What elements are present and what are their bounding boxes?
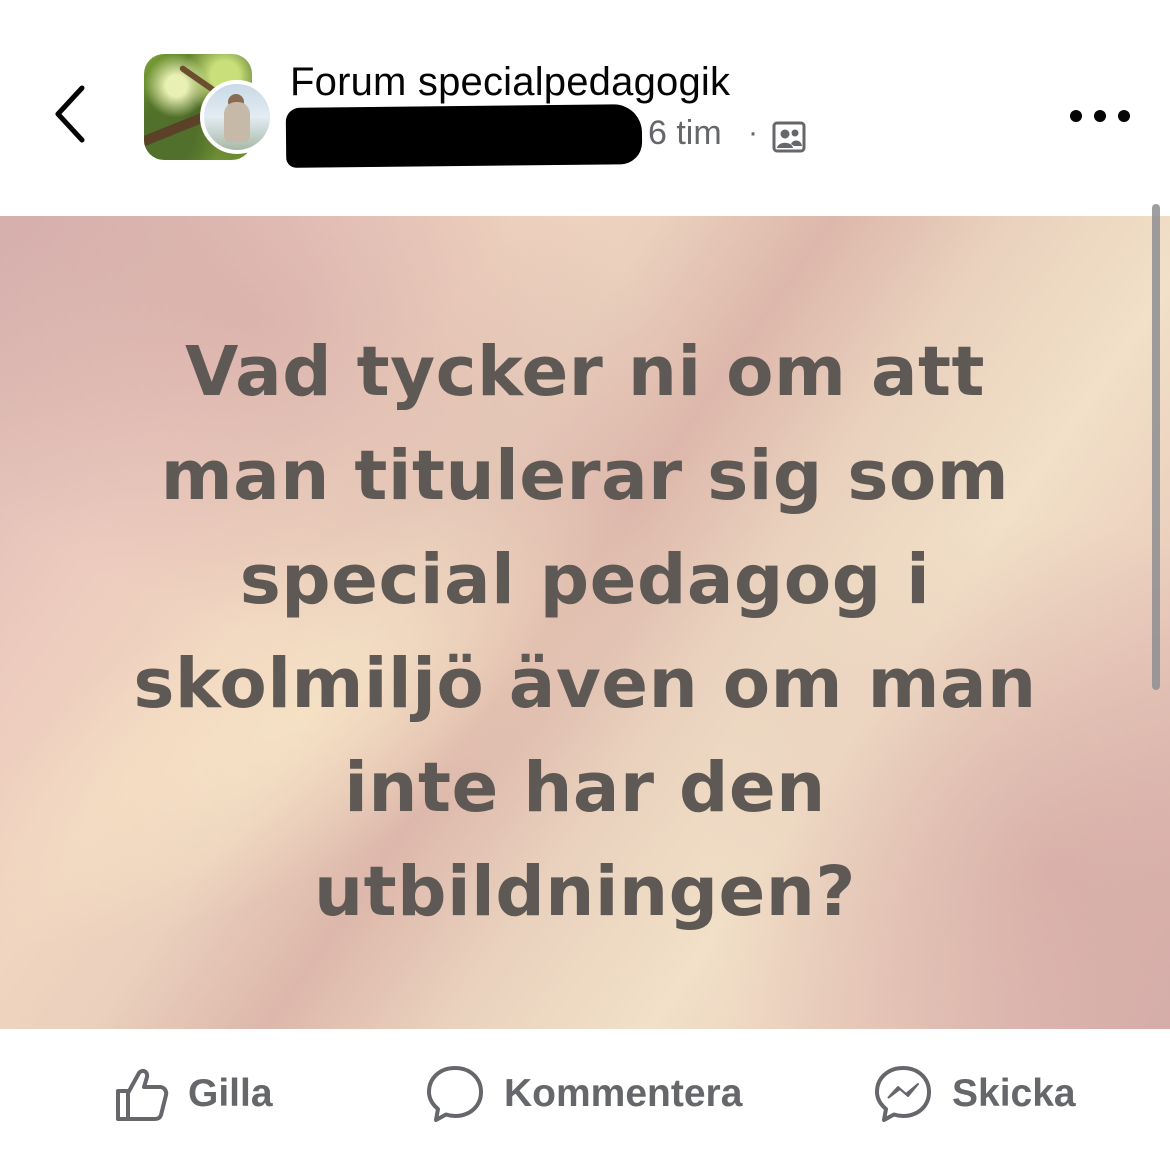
group-members-icon	[772, 121, 806, 153]
scrollbar[interactable]	[1152, 204, 1160, 690]
send-label: Skicka	[952, 1072, 1076, 1115]
back-button[interactable]	[44, 78, 100, 150]
post-header: Forum specialpedagogik 6 tim ·	[0, 0, 1170, 216]
comment-button[interactable]: Kommentera	[424, 1059, 742, 1129]
messenger-icon	[875, 1066, 931, 1122]
comment-label: Kommentera	[504, 1072, 743, 1115]
post-text-line: inte har den	[344, 748, 826, 828]
post-text-line: skolmiljö även om man	[133, 644, 1037, 724]
thumbs-up-icon	[116, 1068, 169, 1121]
post-timestamp[interactable]: 6 tim	[648, 114, 722, 153]
send-button[interactable]: Skicka	[872, 1059, 1076, 1129]
meta-separator: ·	[748, 116, 758, 149]
post-view: Forum specialpedagogik 6 tim · Vad tycke…	[0, 0, 1170, 1166]
chevron-left-icon	[55, 85, 85, 143]
like-label: Gilla	[188, 1072, 273, 1115]
post-text-line: man titulerar sig som	[160, 436, 1010, 516]
more-dots-icon	[1070, 110, 1130, 122]
redacted-author-name	[285, 104, 643, 168]
post-text-line: Vad tycker ni om att	[185, 332, 985, 412]
post-text-line: utbildningen?	[314, 852, 856, 932]
comment-bubble-icon	[427, 1066, 483, 1122]
post-text: Vad tycker ni om att man titulerar sig s…	[60, 320, 1110, 944]
group-name-link[interactable]: Forum specialpedagogik	[290, 60, 730, 105]
user-avatar[interactable]	[200, 80, 274, 154]
like-button[interactable]: Gilla	[112, 1059, 273, 1129]
post-text-line: special pedagog i	[239, 540, 931, 620]
more-options-button[interactable]	[1064, 96, 1136, 136]
action-bar: Gilla Kommentera Skicka	[0, 1029, 1170, 1166]
